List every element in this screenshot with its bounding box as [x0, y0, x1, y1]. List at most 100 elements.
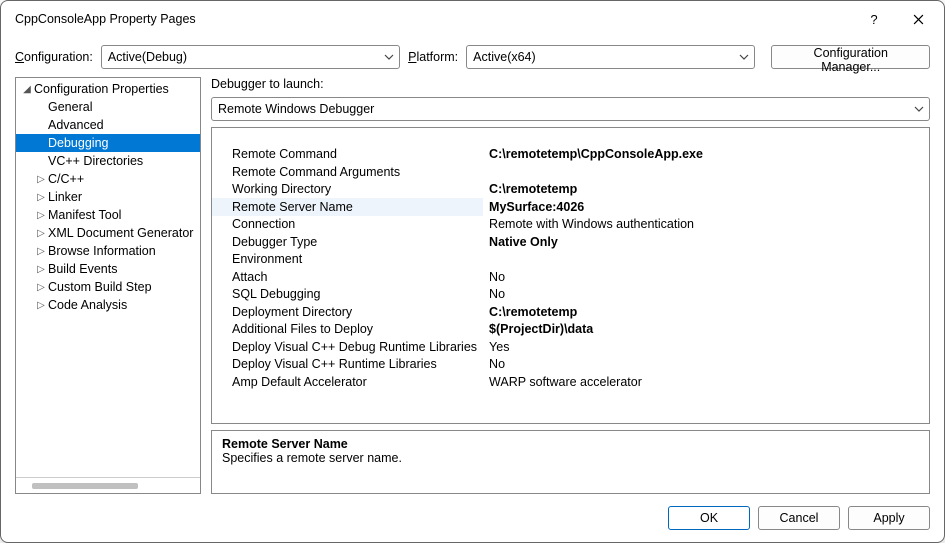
property-value[interactable]: No — [483, 268, 929, 286]
cancel-button[interactable]: Cancel — [758, 506, 840, 530]
dialog-footer: OK Cancel Apply — [15, 502, 930, 530]
property-value[interactable]: $(ProjectDir)\data — [483, 321, 929, 339]
chevron-right-icon: ▷ — [34, 228, 48, 239]
tree-item-debugging[interactable]: Debugging — [16, 134, 200, 152]
tree-item-label: Debugging — [48, 136, 108, 150]
tree-item-label: Code Analysis — [48, 298, 127, 312]
property-name: Debugger Type — [212, 233, 483, 251]
tree-item-label: Advanced — [48, 118, 104, 132]
tree-item-label: C/C++ — [48, 172, 84, 186]
property-name: Remote Command Arguments — [212, 163, 483, 181]
tree-panel: ◢Configuration Properties General Advanced… — [15, 77, 201, 494]
property-value[interactable]: Yes — [483, 338, 929, 356]
property-value[interactable]: C:\remotetemp — [483, 303, 929, 321]
property-value[interactable] — [483, 163, 929, 181]
property-pages-dialog: CppConsoleApp Property Pages ? Configura… — [0, 0, 945, 543]
ok-button[interactable]: OK — [668, 506, 750, 530]
tree-item-vc-directories[interactable]: VC++ Directories — [16, 152, 200, 170]
window-title: CppConsoleApp Property Pages — [15, 12, 852, 26]
tree-item-custom-build-step[interactable]: ▷Custom Build Step — [16, 278, 200, 296]
tree-item-manifest-tool[interactable]: ▷Manifest Tool — [16, 206, 200, 224]
tree-item-label: Manifest Tool — [48, 208, 121, 222]
property-value[interactable]: WARP software accelerator — [483, 373, 929, 391]
chevron-right-icon: ▷ — [34, 264, 48, 275]
property-row[interactable]: AttachNo — [212, 268, 929, 286]
debugger-launch-label: Debugger to launch: — [211, 77, 930, 91]
property-row[interactable]: Debugger TypeNative Only — [212, 233, 929, 251]
description-panel: Remote Server Name Specifies a remote se… — [211, 430, 930, 494]
property-name: Deployment Directory — [212, 303, 483, 321]
debugger-launch-dropdown[interactable]: Remote Windows Debugger — [211, 97, 930, 121]
property-row[interactable]: Deploy Visual C++ Debug Runtime Librarie… — [212, 338, 929, 356]
property-row[interactable]: Environment — [212, 251, 929, 269]
property-row[interactable]: Deploy Visual C++ Runtime LibrariesNo — [212, 356, 929, 374]
titlebar: CppConsoleApp Property Pages ? — [1, 1, 944, 37]
tree-item-advanced[interactable]: Advanced — [16, 116, 200, 134]
configuration-manager-button[interactable]: Configuration Manager... — [771, 45, 930, 69]
property-row[interactable]: Additional Files to Deploy$(ProjectDir)\… — [212, 321, 929, 339]
platform-label: Platform: — [408, 50, 458, 64]
chevron-down-icon — [739, 52, 749, 62]
property-row[interactable]: ConnectionRemote with Windows authentica… — [212, 216, 929, 234]
property-value[interactable] — [483, 251, 929, 269]
configuration-label: Configuration: — [15, 50, 93, 64]
tree-item-label: Browse Information — [48, 244, 156, 258]
config-tree[interactable]: ◢Configuration Properties General Advanced… — [16, 78, 200, 477]
description-body: Specifies a remote server name. — [222, 451, 919, 465]
tree-item-linker[interactable]: ▷Linker — [16, 188, 200, 206]
tree-item-code-analysis[interactable]: ▷Code Analysis — [16, 296, 200, 314]
tree-root[interactable]: ◢Configuration Properties — [16, 80, 200, 98]
apply-button[interactable]: Apply — [848, 506, 930, 530]
property-name: Attach — [212, 268, 483, 286]
property-name: Connection — [212, 216, 483, 234]
tree-item-label: Linker — [48, 190, 82, 204]
property-value[interactable]: No — [483, 286, 929, 304]
tree-item-general[interactable]: General — [16, 98, 200, 116]
property-value[interactable]: MySurface:4026 — [483, 198, 929, 216]
platform-dropdown[interactable]: Active(x64) — [466, 45, 755, 69]
tree-item-label: General — [48, 100, 92, 114]
close-button[interactable] — [896, 4, 940, 34]
property-value[interactable]: C:\remotetemp — [483, 181, 929, 199]
property-row[interactable]: SQL DebuggingNo — [212, 286, 929, 304]
chevron-right-icon: ▷ — [34, 174, 48, 185]
property-value[interactable]: Native Only — [483, 233, 929, 251]
configuration-dropdown[interactable]: Active(Debug) — [101, 45, 400, 69]
description-title: Remote Server Name — [222, 437, 919, 451]
configuration-value: Active(Debug) — [108, 50, 187, 64]
chevron-right-icon: ▷ — [34, 192, 48, 203]
config-toolbar: Configuration: Active(Debug) Platform: A… — [15, 45, 930, 69]
chevron-right-icon: ▷ — [34, 246, 48, 257]
tree-item-label: XML Document Generator — [48, 226, 193, 240]
tree-root-label: Configuration Properties — [34, 82, 169, 96]
horizontal-scrollbar[interactable] — [16, 477, 200, 493]
chevron-down-icon — [914, 104, 924, 114]
help-button[interactable]: ? — [852, 4, 896, 34]
tree-item-build-events[interactable]: ▷Build Events — [16, 260, 200, 278]
property-grid[interactable]: Remote CommandC:\remotetemp\CppConsoleAp… — [211, 127, 930, 424]
property-row[interactable]: Deployment DirectoryC:\remotetemp — [212, 303, 929, 321]
property-row[interactable]: Remote Server NameMySurface:4026 — [212, 198, 929, 216]
property-row[interactable]: Amp Default AcceleratorWARP software acc… — [212, 373, 929, 391]
chevron-right-icon: ▷ — [34, 282, 48, 293]
tree-item-xml-document-generator[interactable]: ▷XML Document Generator — [16, 224, 200, 242]
property-value[interactable]: C:\remotetemp\CppConsoleApp.exe — [483, 146, 929, 164]
tree-item-c-c-[interactable]: ▷C/C++ — [16, 170, 200, 188]
property-row[interactable]: Working DirectoryC:\remotetemp — [212, 181, 929, 199]
property-value[interactable]: No — [483, 356, 929, 374]
tree-item-browse-information[interactable]: ▷Browse Information — [16, 242, 200, 260]
property-name: Deploy Visual C++ Debug Runtime Librarie… — [212, 338, 483, 356]
close-icon — [913, 14, 924, 25]
property-name: Working Directory — [212, 181, 483, 199]
property-row[interactable]: Remote Command Arguments — [212, 163, 929, 181]
property-name: Amp Default Accelerator — [212, 373, 483, 391]
tree-item-label: Build Events — [48, 262, 117, 276]
debugger-launch-value: Remote Windows Debugger — [218, 102, 374, 116]
property-value[interactable]: Remote with Windows authentication — [483, 216, 929, 234]
property-row[interactable]: Remote CommandC:\remotetemp\CppConsoleAp… — [212, 146, 929, 164]
property-name: Remote Server Name — [212, 198, 483, 216]
platform-value: Active(x64) — [473, 50, 536, 64]
tree-item-label: Custom Build Step — [48, 280, 152, 294]
chevron-right-icon: ▷ — [34, 300, 48, 311]
property-name: Environment — [212, 251, 483, 269]
